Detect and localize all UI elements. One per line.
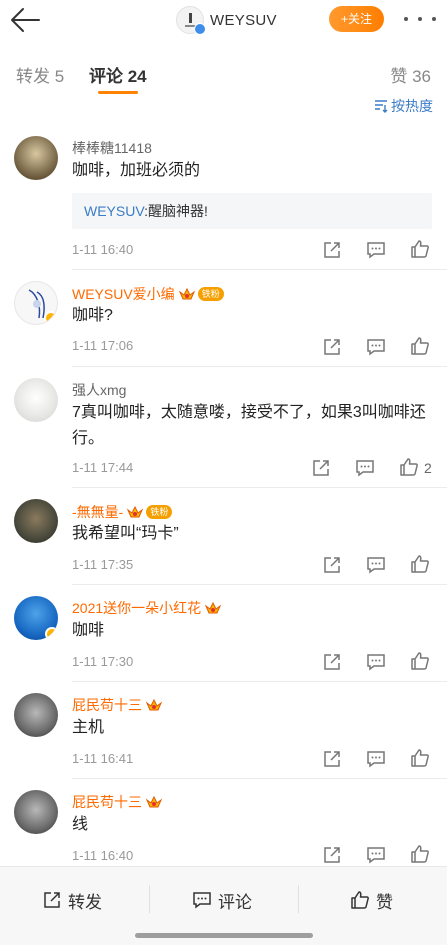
- vip-crown-icon: [145, 698, 163, 711]
- tab-comments[interactable]: 评论 24: [89, 62, 147, 87]
- comment-icon[interactable]: [366, 337, 386, 357]
- tab-repost[interactable]: 转发 5: [16, 62, 64, 87]
- like-icon: [351, 891, 369, 909]
- comment-text: 7真叫咖啡，太随意喽，接受不了，如果3叫咖啡还行。: [72, 404, 426, 447]
- comment-time: 1-11 16:41: [72, 751, 134, 766]
- active-tab-indicator: [98, 91, 138, 94]
- share-icon[interactable]: [322, 845, 342, 865]
- top-bar: WEYSUV +关注: [0, 0, 447, 40]
- vip-crown-icon: [204, 601, 222, 614]
- comment-username[interactable]: 2021送你一朵小红花: [72, 598, 222, 618]
- comment-text: 线: [72, 816, 89, 833]
- like-count: 2: [424, 460, 432, 476]
- comment-username[interactable]: 屁民苟十三: [72, 792, 163, 812]
- comment-text: 我希望叫“玛卡”: [72, 525, 179, 542]
- avatar[interactable]: [14, 596, 58, 640]
- comment-label: 评论: [218, 892, 252, 912]
- divider: [72, 487, 447, 488]
- comment-icon[interactable]: [366, 240, 386, 260]
- divider: [72, 269, 447, 270]
- divider: [72, 681, 447, 682]
- verified-icon: [194, 23, 206, 35]
- fan-badge: 铁粉: [146, 505, 173, 519]
- vip-crown-icon: [145, 795, 163, 808]
- account-brand[interactable]: WEYSUV: [176, 5, 277, 35]
- reply-preview[interactable]: WEYSUV:醒脑神器!: [72, 193, 432, 229]
- fan-badge: 铁粉: [197, 287, 224, 301]
- reply-text: :醒脑神器!: [144, 203, 208, 219]
- divider: [298, 885, 299, 913]
- share-icon[interactable]: [322, 652, 342, 672]
- repost-label: 转发: [68, 892, 102, 912]
- vip-crown-icon: [127, 505, 144, 518]
- repost-button[interactable]: 转发: [42, 887, 102, 913]
- comment-time: 1-11 17:06: [72, 338, 134, 353]
- sort-label: 按热度: [391, 98, 433, 114]
- like-icon[interactable]: [410, 336, 430, 356]
- sort-by-hot-button[interactable]: 按热度: [374, 96, 433, 116]
- tab-bar: 转发 5 评论 24 赞 36: [0, 58, 447, 98]
- share-icon[interactable]: [322, 749, 342, 769]
- more-icon[interactable]: [404, 10, 436, 28]
- comment-time: 1-11 17:44: [72, 460, 134, 475]
- share-icon[interactable]: [311, 458, 331, 478]
- comment-username[interactable]: -無無量- 铁粉: [72, 502, 173, 522]
- share-icon[interactable]: [322, 555, 342, 575]
- like-icon[interactable]: [410, 844, 430, 864]
- comment-username[interactable]: WEYSUV爱小编 铁粉: [72, 284, 224, 304]
- comment-icon[interactable]: [366, 749, 386, 769]
- divider: [149, 885, 150, 913]
- divider: [72, 584, 447, 585]
- avatar[interactable]: [14, 790, 58, 834]
- comment-icon[interactable]: [366, 555, 386, 575]
- like-label: 赞: [376, 892, 393, 912]
- avatar[interactable]: [14, 499, 58, 543]
- share-icon: [44, 892, 60, 908]
- comment-icon[interactable]: [355, 458, 375, 478]
- share-icon[interactable]: [322, 337, 342, 357]
- comment-username[interactable]: 屁民苟十三: [72, 695, 163, 715]
- verified-icon: [45, 627, 58, 640]
- comment-time: 1-11 16:40: [72, 848, 134, 863]
- share-icon[interactable]: [322, 240, 342, 260]
- account-avatar[interactable]: [176, 6, 206, 35]
- like-icon[interactable]: [410, 748, 430, 768]
- like-icon[interactable]: [410, 554, 430, 574]
- comment-time: 1-11 17:35: [72, 557, 134, 572]
- comment-time: 1-11 17:30: [72, 654, 134, 669]
- divider: [72, 778, 447, 779]
- like-button[interactable]: 赞: [350, 887, 393, 913]
- avatar[interactable]: [14, 281, 58, 325]
- verified-icon: [44, 311, 57, 324]
- like-icon[interactable]: [399, 457, 419, 477]
- vip-crown-icon: [178, 287, 195, 300]
- sort-icon: [375, 100, 388, 113]
- follow-button[interactable]: +关注: [329, 6, 384, 32]
- comment-username[interactable]: 强人xmg: [72, 380, 126, 400]
- avatar[interactable]: [14, 693, 58, 737]
- avatar[interactable]: [14, 136, 58, 180]
- account-name[interactable]: WEYSUV: [210, 12, 277, 29]
- like-icon[interactable]: [410, 651, 430, 671]
- comment-icon[interactable]: [366, 652, 386, 672]
- comment-text: 咖啡，加班必须的: [72, 162, 201, 179]
- comment-text: 咖啡?: [72, 307, 113, 324]
- home-indicator[interactable]: [135, 933, 313, 938]
- comment-text: 主机: [72, 719, 105, 736]
- divider: [72, 366, 447, 367]
- comment-username[interactable]: 棒棒糖11418: [72, 138, 152, 158]
- avatar[interactable]: [14, 378, 58, 422]
- comment-time: 1-11 16:40: [72, 242, 134, 257]
- back-arrow-icon[interactable]: [8, 6, 42, 34]
- reply-username[interactable]: WEYSUV: [84, 203, 144, 219]
- comment-icon: [193, 892, 211, 909]
- like-icon[interactable]: [410, 239, 430, 259]
- comment-text: 咖啡: [72, 622, 105, 639]
- tab-likes[interactable]: 赞 36: [390, 62, 431, 87]
- comment-icon[interactable]: [366, 845, 386, 865]
- comment-button[interactable]: 评论: [192, 887, 252, 913]
